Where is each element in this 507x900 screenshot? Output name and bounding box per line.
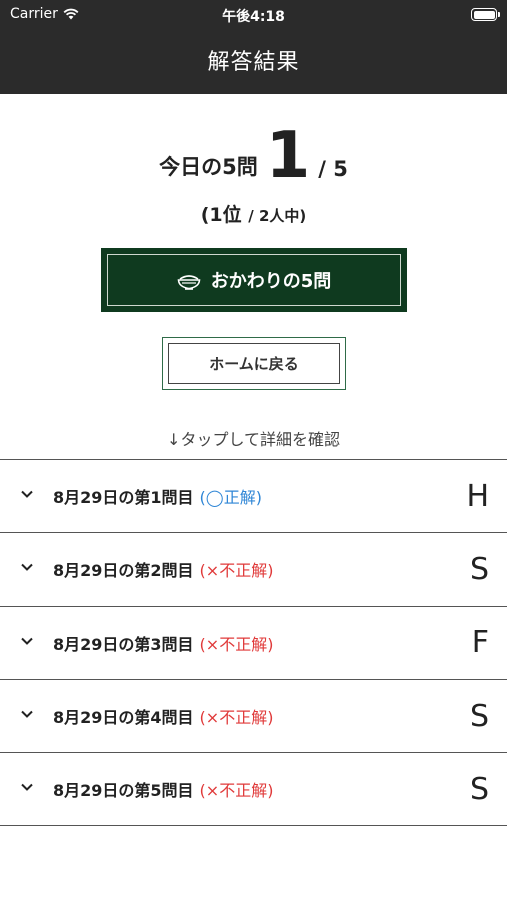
rice-bowl-icon <box>177 275 201 290</box>
score-summary: 今日の5問 1 / 5 <box>0 118 507 188</box>
question-grade: S <box>469 551 489 587</box>
home-button[interactable]: ホームに戻る <box>162 337 346 390</box>
question-row[interactable]: 8月29日の第4問目 (×不正解) S <box>0 680 507 754</box>
question-grade: S <box>469 771 489 807</box>
question-result: (×不正解) <box>199 781 274 801</box>
question-grade: S <box>469 698 489 734</box>
question-result: (◯正解) <box>199 488 262 508</box>
chevron-down-icon <box>21 710 33 718</box>
more-questions-label: おかわりの5問 <box>210 271 332 292</box>
question-result: (×不正解) <box>199 561 274 581</box>
question-grade: F <box>471 625 489 661</box>
chevron-down-icon <box>21 564 33 572</box>
question-title: 8月29日の第1問目 (◯正解) <box>53 488 262 508</box>
more-questions-button[interactable]: おかわりの5問 <box>101 248 407 312</box>
chevron-down-icon <box>21 783 33 792</box>
rank-info: (1位 / 2人中) <box>0 200 507 227</box>
rank-detail: / 2人中) <box>248 207 307 225</box>
home-button-label: ホームに戻る <box>209 355 299 373</box>
page-title: 解答結果 <box>207 50 300 75</box>
question-result: (×不正解) <box>199 634 274 654</box>
question-title: 8月29日の第4問目 (×不正解) <box>53 708 274 728</box>
rank-position: (1位 <box>200 204 242 226</box>
score-total: / 5 <box>318 157 348 181</box>
battery-icon <box>471 8 500 21</box>
question-grade: H <box>466 478 489 514</box>
score-correct: 1 <box>265 119 311 193</box>
score-label: 今日の5問 <box>159 155 258 179</box>
question-result: (×不正解) <box>199 708 274 728</box>
question-row[interactable]: 8月29日の第1問目 (◯正解) H <box>0 460 507 534</box>
question-title: 8月29日の第2問目 (×不正解) <box>53 561 274 581</box>
question-row[interactable]: 8月29日の第2問目 (×不正解) S <box>0 533 507 607</box>
navigation-bar: Carrier 午後4:18 解答結果 <box>0 0 507 94</box>
question-list: 8月29日の第1問目 (◯正解) H 8月29日の第2問目 (×不正解) S 8月2… <box>0 459 507 827</box>
detail-hint: ↓タップして詳細を確認 <box>167 430 340 449</box>
question-row[interactable]: 8月29日の第3問目 (×不正解) F <box>0 607 507 680</box>
status-bar: Carrier 午後4:18 <box>0 0 507 30</box>
status-time: 午後4:18 <box>222 9 285 25</box>
question-row[interactable]: 8月29日の第5問目 (×不正解) S <box>0 753 507 827</box>
question-title: 8月29日の第5問目 (×不正解) <box>53 781 274 801</box>
chevron-down-icon <box>21 490 33 498</box>
chevron-down-icon <box>21 637 33 645</box>
question-title: 8月29日の第3問目 (×不正解) <box>53 634 274 654</box>
